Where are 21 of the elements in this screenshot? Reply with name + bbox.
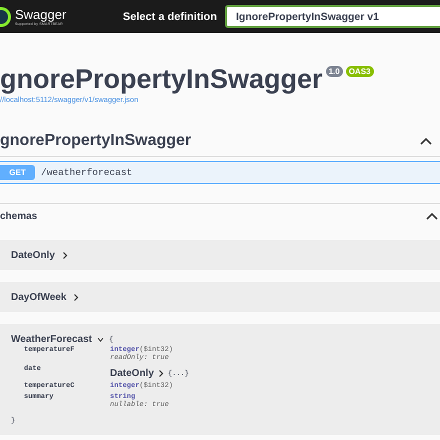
version-badge: 1.0 <box>326 66 343 77</box>
select-label: Select a definition <box>122 10 217 22</box>
api-title: gnorePropertyInSwagger <box>0 63 323 95</box>
oas-badge: OAS3 <box>346 66 374 77</box>
model-name[interactable]: DayOfWeek <box>11 292 66 302</box>
model-name[interactable]: DateOnly <box>11 250 55 260</box>
model-name[interactable]: WeatherForecast <box>11 334 92 345</box>
collapse-icon[interactable] <box>420 137 432 145</box>
collapse-icon[interactable] <box>426 212 438 220</box>
operation-path: /weatherforecast <box>41 167 132 178</box>
operation-row[interactable]: GET /weatherforecast <box>0 161 440 184</box>
tag-heading[interactable]: gnorePropertyInSwagger <box>0 132 192 150</box>
model-reference[interactable]: DateOnly <box>110 368 154 379</box>
method-badge: GET <box>0 165 35 180</box>
expand-icon[interactable] <box>158 369 164 378</box>
expand-icon[interactable] <box>73 292 80 302</box>
schemas-heading[interactable]: chemas <box>0 210 38 222</box>
definition-select[interactable]: IgnorePropertyInSwagger v1 <box>225 5 440 28</box>
expand-icon[interactable] <box>96 336 105 342</box>
expand-icon[interactable] <box>62 250 68 260</box>
logo-text: Swagger <box>15 8 66 22</box>
